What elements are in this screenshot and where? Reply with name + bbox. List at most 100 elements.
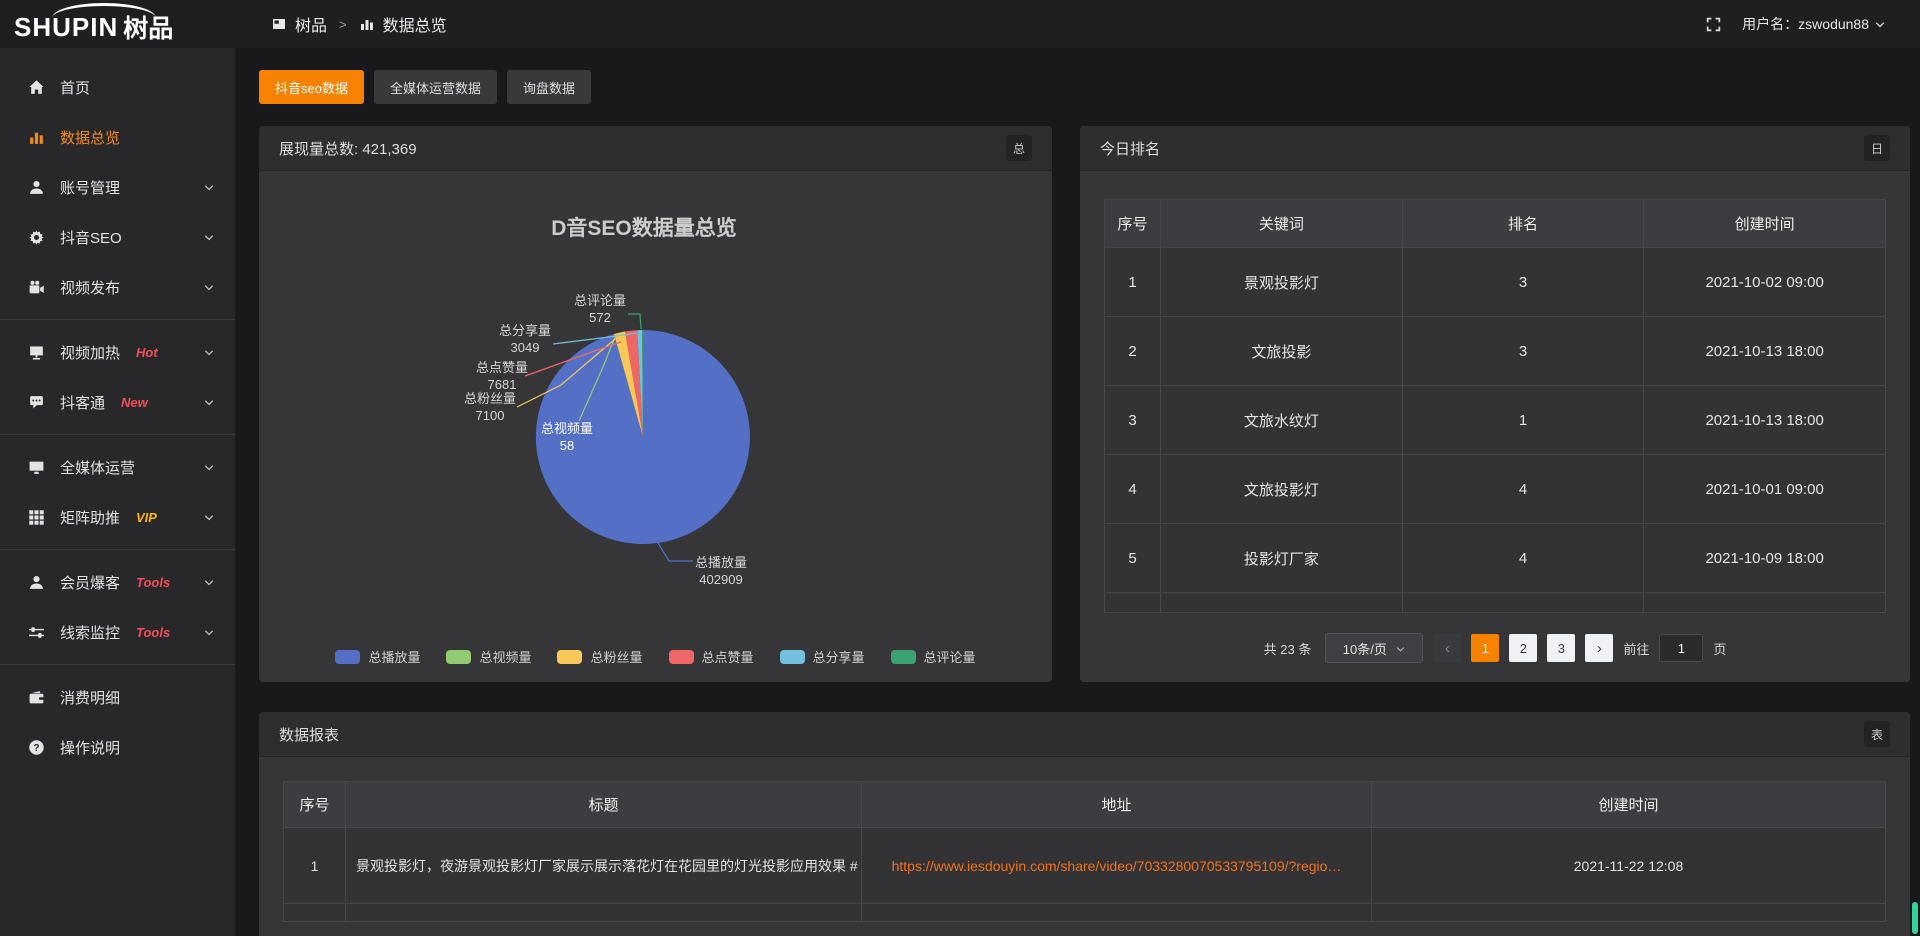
table-cell: 1: [1402, 386, 1644, 455]
sidebar-item[interactable]: 视频加热 Hot: [0, 327, 235, 377]
chevron-down-icon: [203, 281, 215, 293]
pagination-total: 共 23 条: [1264, 639, 1312, 658]
ranking-title: 今日排名: [1100, 138, 1160, 159]
sidebar-item[interactable]: 消费明细: [0, 672, 235, 722]
table-cell: 投影灯厂家: [1161, 524, 1403, 593]
sidebar-item[interactable]: 数据总览: [0, 112, 235, 162]
sidebar-item[interactable]: 全媒体运营: [0, 442, 235, 492]
column-header: 创建时间: [1644, 200, 1886, 248]
table-cell: 1: [1105, 248, 1161, 317]
legend-item[interactable]: 总点赞量: [669, 647, 754, 666]
sidebar-item[interactable]: 抖音SEO: [0, 212, 235, 262]
sidebar-item[interactable]: 视频发布: [0, 262, 235, 312]
report-time-cell: 2021-11-22 12:08: [1372, 828, 1886, 904]
legend-label: 总播放量: [368, 647, 420, 666]
chevron-down-icon: [1395, 643, 1406, 654]
sidebar-item[interactable]: 首页: [0, 62, 235, 112]
chevron-down-icon: [203, 626, 215, 638]
sidebar-item-label: 账号管理: [60, 177, 120, 198]
legend-item[interactable]: 总评论量: [891, 647, 976, 666]
day-badge-button[interactable]: 日: [1864, 135, 1890, 161]
page-number-button[interactable]: 1: [1471, 634, 1499, 662]
table-row[interactable]: 3文旅水纹灯12021-10-13 18:00: [1105, 386, 1886, 455]
legend-item[interactable]: 总分享量: [780, 647, 865, 666]
column-header: 序号: [284, 782, 346, 828]
pie-label-name: 总播放量: [695, 555, 747, 570]
user-icon: [28, 179, 45, 196]
chevron-down-icon: [203, 511, 215, 523]
scrollbar-thumb[interactable]: [1912, 902, 1918, 934]
table-cell: 5: [1105, 524, 1161, 593]
pie-label-name: 总粉丝量: [464, 391, 516, 406]
chart-title: D音SEO数据量总览: [551, 216, 737, 240]
sidebar-item-label: 消费明细: [60, 687, 120, 708]
dashboard-icon: [271, 16, 287, 32]
goto-page-input[interactable]: [1659, 634, 1703, 662]
table-cell: 4: [1105, 455, 1161, 524]
table-row[interactable]: 1景观投影灯32021-10-02 09:00: [1105, 248, 1886, 317]
prev-page-button[interactable]: ‹: [1433, 634, 1461, 662]
legend-item[interactable]: 总视频量: [446, 647, 531, 666]
ranking-table: 序号关键词排名创建时间1景观投影灯32021-10-02 09:002文旅投影3…: [1104, 199, 1886, 613]
screen-icon: [28, 344, 45, 361]
table-cell: 文旅投影: [1161, 317, 1403, 386]
total-badge-button[interactable]: 总: [1006, 135, 1032, 161]
sidebar-item[interactable]: 抖客通 New: [0, 377, 235, 427]
sidebar-item[interactable]: 会员爆客 Tools: [0, 557, 235, 607]
sidebar-item-label: 抖音SEO: [60, 227, 122, 248]
table-row[interactable]: 1 景观投影灯，夜游景观投影灯厂家展示展示落花灯在花园里的灯光投影应用效果 # …: [284, 828, 1886, 904]
fullscreen-icon[interactable]: [1705, 16, 1722, 33]
pie-label-value: 3049: [511, 340, 540, 355]
breadcrumb-home[interactable]: 树品: [295, 12, 327, 36]
pie-label-name: 总分享量: [499, 323, 551, 338]
table-row[interactable]: 2文旅投影32021-10-13 18:00: [1105, 317, 1886, 386]
svg-text:?: ?: [33, 742, 39, 753]
table-cell: 2021-10-01 09:00: [1644, 455, 1886, 524]
video-link[interactable]: https://www.iesdouyin.com/share/video/70…: [892, 858, 1342, 874]
table-row-clipped: [1105, 593, 1886, 613]
sidebar-item-label: 抖客通: [60, 392, 105, 413]
legend-item[interactable]: 总播放量: [335, 647, 420, 666]
page-number-button[interactable]: 2: [1509, 634, 1537, 662]
sidebar: 首页 数据总览 账号管理 抖音SEO 视频发布 视频加热 Hot 抖客通 New…: [0, 48, 235, 936]
data-source-tab[interactable]: 全媒体运营数据: [374, 70, 497, 104]
home-icon: [28, 79, 45, 96]
pagination: 共 23 条 10条/页 ‹123› 前往 页: [1104, 633, 1886, 663]
sidebar-item[interactable]: 矩阵助推 VIP: [0, 492, 235, 542]
user-icon: [28, 574, 45, 591]
sidebar-item-label: 视频发布: [60, 277, 120, 298]
user-menu[interactable]: 用户名：zswodun88: [1742, 14, 1886, 34]
sidebar-item-label: 数据总览: [60, 127, 120, 148]
page-size-select[interactable]: 10条/页: [1325, 633, 1423, 663]
table-row-clipped: [284, 904, 1886, 922]
goto-unit: 页: [1713, 639, 1726, 658]
data-source-tab[interactable]: 抖音seo数据: [259, 70, 364, 104]
sidebar-item-label: 线索监控: [60, 622, 120, 643]
table-cell: 2: [1105, 317, 1161, 386]
sidebar-item[interactable]: 线索监控 Tools: [0, 607, 235, 657]
table-badge-button[interactable]: 表: [1864, 721, 1890, 747]
username-label: 用户名：zswodun88: [1742, 14, 1869, 34]
sidebar-item[interactable]: ? 操作说明: [0, 722, 235, 772]
column-header: 序号: [1105, 200, 1161, 248]
table-cell: 文旅投影灯: [1161, 455, 1403, 524]
legend-label: 总分享量: [813, 647, 865, 666]
table-cell: 3: [1105, 386, 1161, 455]
report-title-cell: 景观投影灯，夜游景观投影灯厂家展示展示落花灯在花园里的灯光投影应用效果 #: [346, 828, 862, 904]
report-url-cell: https://www.iesdouyin.com/share/video/70…: [862, 828, 1372, 904]
table-cell: 2021-10-09 18:00: [1644, 524, 1886, 593]
table-row[interactable]: 5投影灯厂家42021-10-09 18:00: [1105, 524, 1886, 593]
chevron-down-icon: [203, 181, 215, 193]
next-page-button[interactable]: ›: [1585, 634, 1613, 662]
column-header: 排名: [1402, 200, 1644, 248]
data-source-tab[interactable]: 询盘数据: [507, 70, 591, 104]
page-number-button[interactable]: 3: [1547, 634, 1575, 662]
table-row[interactable]: 4文旅投影灯42021-10-01 09:00: [1105, 455, 1886, 524]
sidebar-item[interactable]: 账号管理: [0, 162, 235, 212]
pie-label-name: 总视频量: [541, 421, 593, 436]
legend-label: 总粉丝量: [590, 647, 642, 666]
table-cell: 4: [1402, 524, 1644, 593]
legend-label: 总评论量: [924, 647, 976, 666]
sidebar-badge: Tools: [136, 625, 170, 640]
legend-item[interactable]: 总粉丝量: [557, 647, 642, 666]
